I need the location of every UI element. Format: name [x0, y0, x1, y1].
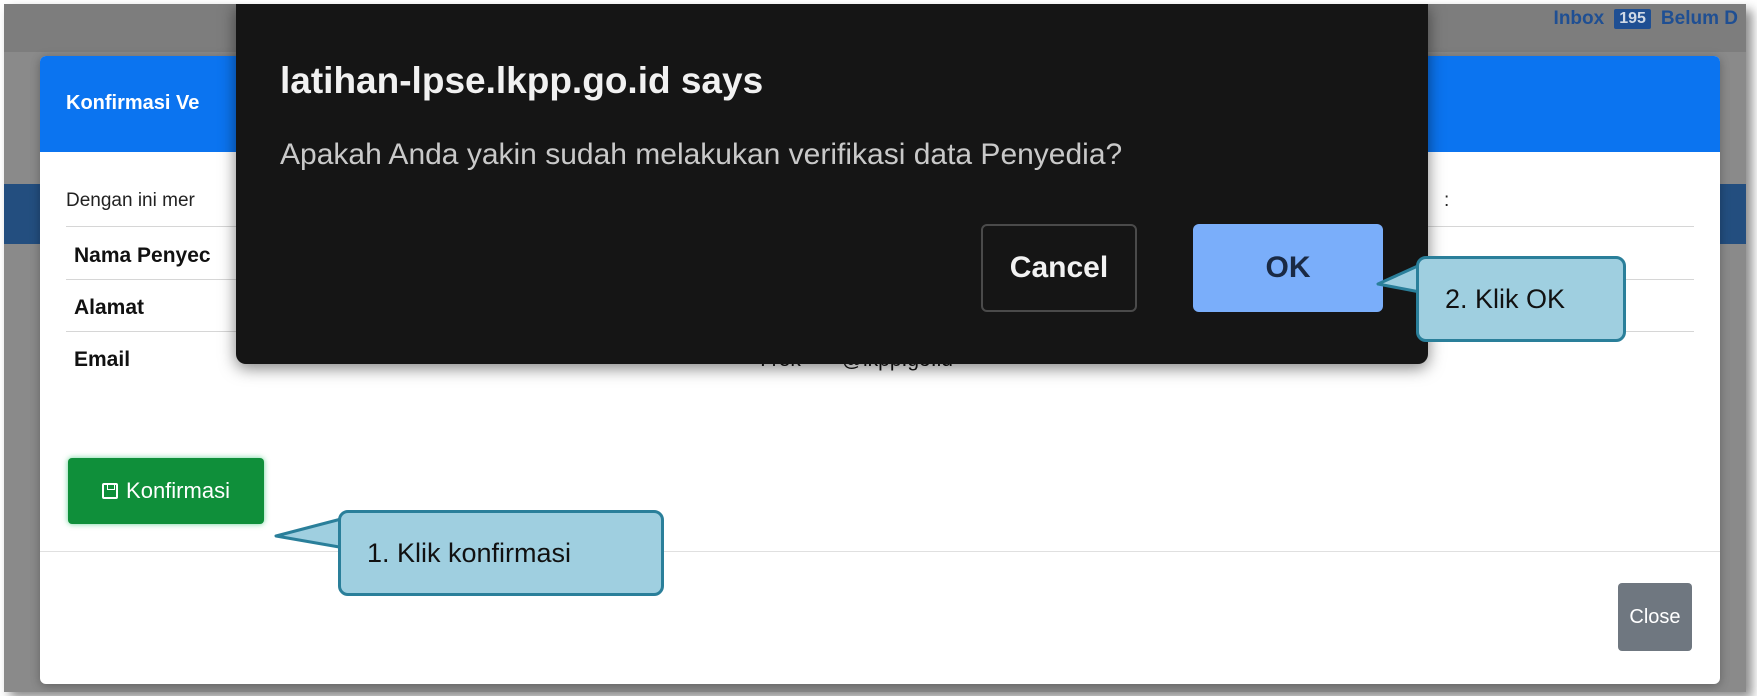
callout-1-pointer — [274, 516, 347, 550]
callout-step2: 2. Klik OK — [1416, 256, 1626, 342]
callout-2-pointer — [1376, 263, 1422, 294]
callout-pointers — [274, 263, 1422, 550]
callout-step1: 1. Klik konfirmasi — [338, 510, 664, 596]
